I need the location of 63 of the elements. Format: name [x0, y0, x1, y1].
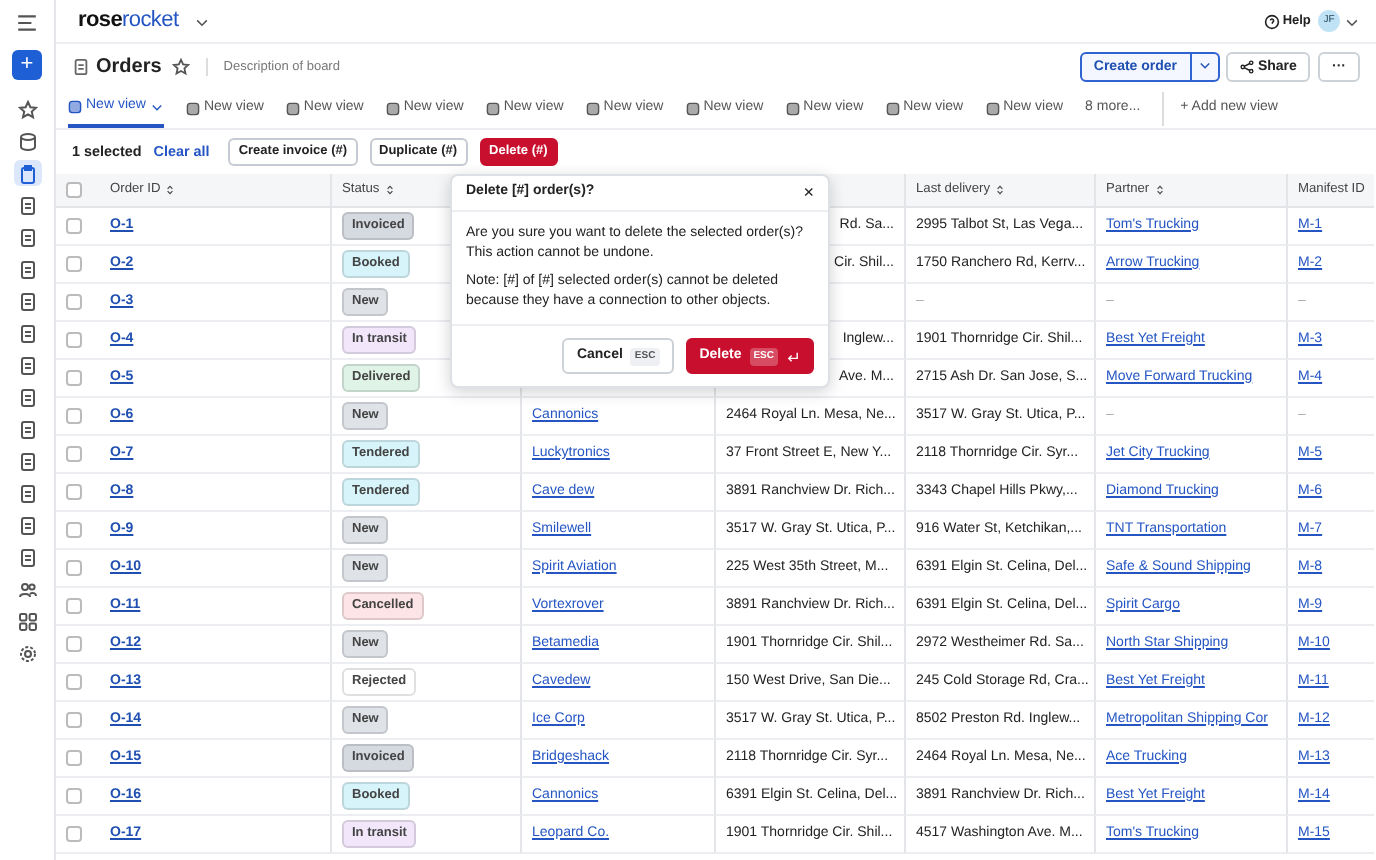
grid-icon[interactable]	[17, 611, 37, 631]
document-icon[interactable]	[17, 419, 37, 439]
clipboard-icon[interactable]	[17, 163, 37, 183]
sort-icon[interactable]	[1153, 184, 1166, 196]
table-icon	[885, 102, 900, 116]
document-icon[interactable]	[17, 547, 37, 567]
table-icon	[585, 102, 600, 116]
table-icon	[385, 102, 400, 116]
caret-icon	[1197, 58, 1212, 73]
document-icon[interactable]	[17, 323, 37, 343]
document-icon[interactable]	[17, 355, 37, 375]
star-icon[interactable]	[17, 99, 37, 119]
table-icon	[985, 102, 1000, 116]
row-checkbox[interactable]	[66, 256, 82, 272]
enter-icon	[786, 349, 800, 364]
row-checkbox[interactable]	[66, 370, 82, 386]
row-checkbox[interactable]	[66, 598, 82, 614]
board-title: Orders	[96, 54, 162, 82]
sort-icon[interactable]	[994, 184, 1007, 196]
table-icon	[685, 102, 700, 116]
row-checkbox[interactable]	[66, 788, 82, 804]
logo[interactable]: roserocket	[78, 4, 179, 38]
help-icon[interactable]	[1263, 13, 1280, 29]
sort-icon[interactable]	[383, 184, 396, 196]
row-checkbox[interactable]	[66, 218, 82, 234]
table-icon	[185, 102, 200, 116]
table-icon	[68, 100, 82, 114]
people-icon[interactable]	[17, 579, 37, 599]
menu-icon[interactable]	[16, 12, 38, 34]
row-checkbox[interactable]	[66, 750, 82, 766]
close-button[interactable]: ×	[803, 184, 814, 202]
row-checkbox[interactable]	[66, 674, 82, 690]
dropdown-button[interactable]	[1191, 51, 1220, 83]
add-button[interactable]: +	[12, 50, 42, 80]
row-checkbox[interactable]	[66, 446, 82, 462]
row-checkbox[interactable]	[66, 712, 82, 728]
document-icon[interactable]	[17, 259, 37, 279]
document-icon[interactable]	[17, 515, 37, 535]
row-checkbox[interactable]	[66, 522, 82, 538]
row-checkbox[interactable]	[66, 560, 82, 576]
select-all-checkbox[interactable]	[66, 182, 82, 198]
row-checkbox[interactable]	[66, 332, 82, 348]
document-icon[interactable]	[17, 451, 37, 471]
row-checkbox[interactable]	[66, 408, 82, 424]
table-icon	[785, 102, 800, 116]
row-checkbox[interactable]	[66, 484, 82, 500]
document-icon[interactable]	[17, 483, 37, 503]
document-icon[interactable]	[17, 291, 37, 311]
row-checkbox[interactable]	[66, 826, 82, 842]
settings-icon[interactable]	[17, 643, 37, 663]
table-icon	[285, 102, 300, 116]
row-checkbox[interactable]	[66, 294, 82, 310]
table-icon	[485, 102, 500, 116]
row-checkbox[interactable]	[66, 636, 82, 652]
document-icon	[72, 58, 90, 76]
document-icon[interactable]	[17, 195, 37, 215]
database-icon[interactable]	[17, 131, 37, 151]
sort-icon[interactable]	[164, 184, 177, 196]
document-icon[interactable]	[17, 387, 37, 407]
share-icon	[1240, 59, 1255, 74]
document-icon[interactable]	[17, 227, 37, 247]
caret-icon	[149, 100, 164, 114]
star-icon[interactable]	[171, 58, 190, 76]
